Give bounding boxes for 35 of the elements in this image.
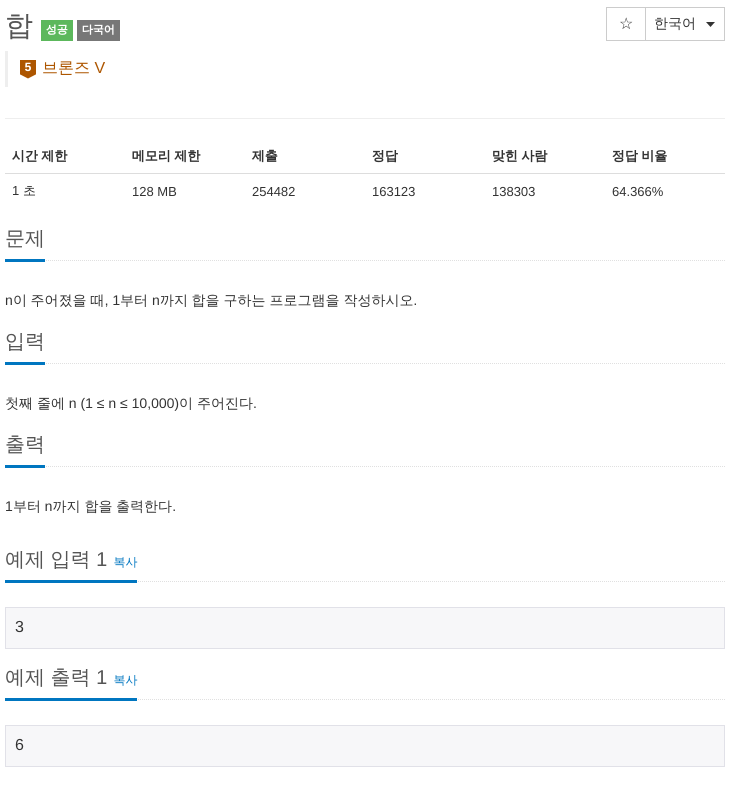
- column-header: 시간 제한: [5, 139, 125, 174]
- language-dropdown[interactable]: 한국어: [646, 7, 725, 41]
- copy-link[interactable]: 복사: [113, 666, 138, 694]
- column-header: 정답: [365, 139, 485, 174]
- sample-heading: 예제 출력 1: [5, 666, 108, 691]
- column-header: 메모리 제한: [125, 139, 245, 174]
- table-cell: 1 초: [5, 174, 125, 208]
- status-badge: 성공: [41, 20, 73, 41]
- heading-underline: [5, 465, 45, 468]
- column-header: 정답 비율: [605, 139, 725, 174]
- section-heading: 출력: [5, 433, 45, 458]
- table-cell: 254482: [245, 174, 365, 208]
- heading-underline: [5, 259, 45, 262]
- column-header: 제출: [245, 139, 365, 174]
- column-header: 맞힌 사람: [485, 139, 605, 174]
- table-cell: 163123: [365, 174, 485, 208]
- section-text: n이 주어졌을 때, 1부터 n까지 합을 구하는 프로그램을 작성하시오.: [5, 291, 418, 310]
- sample-heading: 예제 입력 1: [5, 548, 108, 573]
- tier-badge: 5: [20, 60, 36, 78]
- section-heading: 입력: [5, 330, 45, 355]
- section-heading: 문제: [5, 227, 45, 252]
- table-cell: 64.366%: [605, 174, 725, 208]
- problem-title: 합: [5, 9, 33, 43]
- table-cell: 138303: [485, 174, 605, 208]
- sample-data-block: 6: [5, 725, 725, 767]
- caret-icon: [706, 22, 715, 26]
- status-badge: 다국어: [77, 20, 120, 41]
- heading-underline: [5, 362, 45, 365]
- favorite-button[interactable]: ☆: [606, 7, 646, 41]
- copy-link[interactable]: 복사: [113, 548, 138, 576]
- tier-link[interactable]: 브론즈 V: [42, 58, 106, 80]
- section-text: 첫째 줄에 n (1 ≤ n ≤ 10,000)이 주어진다.: [5, 394, 258, 413]
- sample-data-block: 3: [5, 607, 725, 649]
- section-text: 1부터 n까지 합을 출력한다.: [5, 497, 178, 516]
- table-cell: 128 MB: [125, 174, 245, 208]
